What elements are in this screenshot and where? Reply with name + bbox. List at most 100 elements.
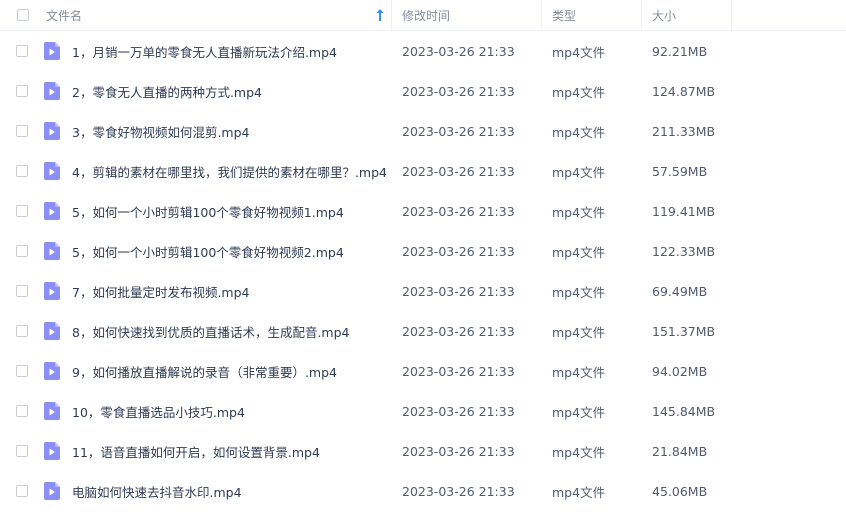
file-name-cell[interactable]: 8，如何快速找到优质的直播话术，生成配音.mp4	[40, 322, 392, 341]
file-name[interactable]: 电脑如何快速去抖音水印.mp4	[72, 482, 242, 501]
file-size: 94.02MB	[652, 363, 708, 379]
file-name[interactable]: 1，月销一万单的零食无人直播新玩法介绍.mp4	[72, 42, 337, 61]
file-size: 119.41MB	[652, 203, 716, 219]
file-name[interactable]: 7，如何批量定时发布视频.mp4	[72, 282, 250, 301]
modified-time: 2023-03-26 21:33	[402, 483, 515, 499]
file-name-cell[interactable]: 7，如何批量定时发布视频.mp4	[40, 282, 392, 301]
video-file-icon	[44, 442, 60, 460]
table-row[interactable]: 10，零食直播选品小技巧.mp4 2023-03-26 21:33 mp4文件 145…	[0, 391, 846, 431]
row-checkbox-cell	[0, 405, 40, 417]
video-file-icon	[44, 282, 60, 300]
file-size: 211.33MB	[652, 123, 716, 139]
video-file-icon	[44, 402, 60, 420]
file-name[interactable]: 9，如何播放直播解说的录音（非常重要）.mp4	[72, 362, 337, 381]
file-size: 145.84MB	[652, 403, 716, 419]
file-rows: 1，月销一万单的零食无人直播新玩法介绍.mp4 2023-03-26 21:33 m…	[0, 31, 846, 511]
table-row[interactable]: 1，月销一万单的零食无人直播新玩法介绍.mp4 2023-03-26 21:33 m…	[0, 31, 846, 71]
row-checkbox[interactable]	[16, 85, 28, 97]
video-file-icon	[44, 202, 60, 220]
file-name[interactable]: 10，零食直播选品小技巧.mp4	[72, 402, 245, 421]
file-name-cell[interactable]: 4，剪辑的素材在哪里找，我们提供的素材在哪里？.mp4	[40, 162, 392, 181]
modified-time: 2023-03-26 21:33	[402, 163, 515, 179]
file-name[interactable]: 2，零食无人直播的两种方式.mp4	[72, 82, 262, 101]
sort-ascending-icon[interactable]	[375, 8, 385, 22]
video-file-icon	[44, 242, 60, 260]
table-row[interactable]: 4，剪辑的素材在哪里找，我们提供的素材在哪里？.mp4 2023-03-26 21…	[0, 151, 846, 191]
file-name[interactable]: 5，如何一个小时剪辑100个零食好物视频2.mp4	[72, 242, 344, 261]
type-column-header[interactable]: 类型	[542, 0, 642, 31]
row-checkbox[interactable]	[16, 405, 28, 417]
video-file-icon	[44, 162, 60, 180]
file-name-cell[interactable]: 1，月销一万单的零食无人直播新玩法介绍.mp4	[40, 42, 392, 61]
modified-time: 2023-03-26 21:33	[402, 403, 515, 419]
file-name[interactable]: 8，如何快速找到优质的直播话术，生成配音.mp4	[72, 322, 350, 341]
file-size: 21.84MB	[652, 443, 708, 459]
row-checkbox[interactable]	[16, 485, 28, 497]
table-row[interactable]: 7，如何批量定时发布视频.mp4 2023-03-26 21:33 mp4文件 69.…	[0, 271, 846, 311]
modified-time: 2023-03-26 21:33	[402, 363, 515, 379]
table-row[interactable]: 8，如何快速找到优质的直播话术，生成配音.mp4 2023-03-26 21:33…	[0, 311, 846, 351]
table-row[interactable]: 电脑如何快速去抖音水印.mp4 2023-03-26 21:33 mp4文件 45.0…	[0, 471, 846, 511]
file-type: mp4文件	[552, 404, 606, 420]
file-name-cell[interactable]: 10，零食直播选品小技巧.mp4	[40, 402, 392, 421]
file-name-cell[interactable]: 电脑如何快速去抖音水印.mp4	[40, 482, 392, 501]
video-file-icon	[44, 322, 60, 340]
file-type: mp4文件	[552, 284, 606, 300]
file-name-cell[interactable]: 5，如何一个小时剪辑100个零食好物视频1.mp4	[40, 202, 392, 221]
file-name-cell[interactable]: 11，语音直播如何开启，如何设置背景.mp4	[40, 442, 392, 461]
size-column-header[interactable]: 大小	[642, 0, 732, 31]
file-type: mp4文件	[552, 364, 606, 380]
row-checkbox[interactable]	[16, 165, 28, 177]
file-type: mp4文件	[552, 84, 606, 100]
table-row[interactable]: 5，如何一个小时剪辑100个零食好物视频1.mp4 2023-03-26 21:3…	[0, 191, 846, 231]
name-column-label: 文件名	[46, 8, 83, 23]
video-file-icon	[44, 122, 60, 140]
row-checkbox-cell	[0, 45, 40, 57]
modified-time: 2023-03-26 21:33	[402, 43, 515, 59]
file-size: 69.49MB	[652, 283, 708, 299]
row-checkbox[interactable]	[16, 205, 28, 217]
file-name[interactable]: 11，语音直播如何开启，如何设置背景.mp4	[72, 442, 320, 461]
row-checkbox[interactable]	[16, 285, 28, 297]
row-checkbox-cell	[0, 205, 40, 217]
file-name[interactable]: 5，如何一个小时剪辑100个零食好物视频1.mp4	[72, 202, 344, 221]
file-size: 151.37MB	[652, 323, 716, 339]
file-name-cell[interactable]: 9，如何播放直播解说的录音（非常重要）.mp4	[40, 362, 392, 381]
table-row[interactable]: 2，零食无人直播的两种方式.mp4 2023-03-26 21:33 mp4文件 12…	[0, 71, 846, 111]
file-name-cell[interactable]: 3，零食好物视频如何混剪.mp4	[40, 122, 392, 141]
time-column-label: 修改时间	[402, 8, 451, 23]
video-file-icon	[44, 42, 60, 60]
row-checkbox[interactable]	[16, 325, 28, 337]
row-checkbox[interactable]	[16, 45, 28, 57]
file-name-cell[interactable]: 2，零食无人直播的两种方式.mp4	[40, 82, 392, 101]
select-all-checkbox[interactable]	[17, 9, 29, 21]
row-checkbox[interactable]	[16, 445, 28, 457]
file-name[interactable]: 3，零食好物视频如何混剪.mp4	[72, 122, 250, 141]
video-file-icon	[44, 362, 60, 380]
file-type: mp4文件	[552, 484, 606, 500]
time-column-header[interactable]: 修改时间	[392, 0, 542, 31]
table-row[interactable]: 9，如何播放直播解说的录音（非常重要）.mp4 2023-03-26 21:33 m…	[0, 351, 846, 391]
file-name[interactable]: 4，剪辑的素材在哪里找，我们提供的素材在哪里？.mp4	[72, 162, 387, 181]
row-checkbox-cell	[0, 365, 40, 377]
table-row[interactable]: 11，语音直播如何开启，如何设置背景.mp4 2023-03-26 21:33 mp…	[0, 431, 846, 471]
row-checkbox-cell	[0, 445, 40, 457]
file-type: mp4文件	[552, 164, 606, 180]
table-row[interactable]: 5，如何一个小时剪辑100个零食好物视频2.mp4 2023-03-26 21:3…	[0, 231, 846, 271]
file-list-table: 文件名 修改时间 类型 大小 1，月销一万单的零食无人直播新玩法介绍.mp4 20…	[0, 0, 846, 530]
file-type: mp4文件	[552, 204, 606, 220]
modified-time: 2023-03-26 21:33	[402, 123, 515, 139]
table-row[interactable]: 3，零食好物视频如何混剪.mp4 2023-03-26 21:33 mp4文件 211…	[0, 111, 846, 151]
row-checkbox[interactable]	[16, 365, 28, 377]
modified-time: 2023-03-26 21:33	[402, 83, 515, 99]
file-name-cell[interactable]: 5，如何一个小时剪辑100个零食好物视频2.mp4	[40, 242, 392, 261]
row-checkbox-cell	[0, 285, 40, 297]
video-file-icon	[44, 482, 60, 500]
row-checkbox[interactable]	[16, 245, 28, 257]
modified-time: 2023-03-26 21:33	[402, 323, 515, 339]
row-checkbox-cell	[0, 325, 40, 337]
name-column-header[interactable]: 文件名	[40, 0, 392, 31]
modified-time: 2023-03-26 21:33	[402, 443, 515, 459]
row-checkbox[interactable]	[16, 125, 28, 137]
modified-time: 2023-03-26 21:33	[402, 283, 515, 299]
